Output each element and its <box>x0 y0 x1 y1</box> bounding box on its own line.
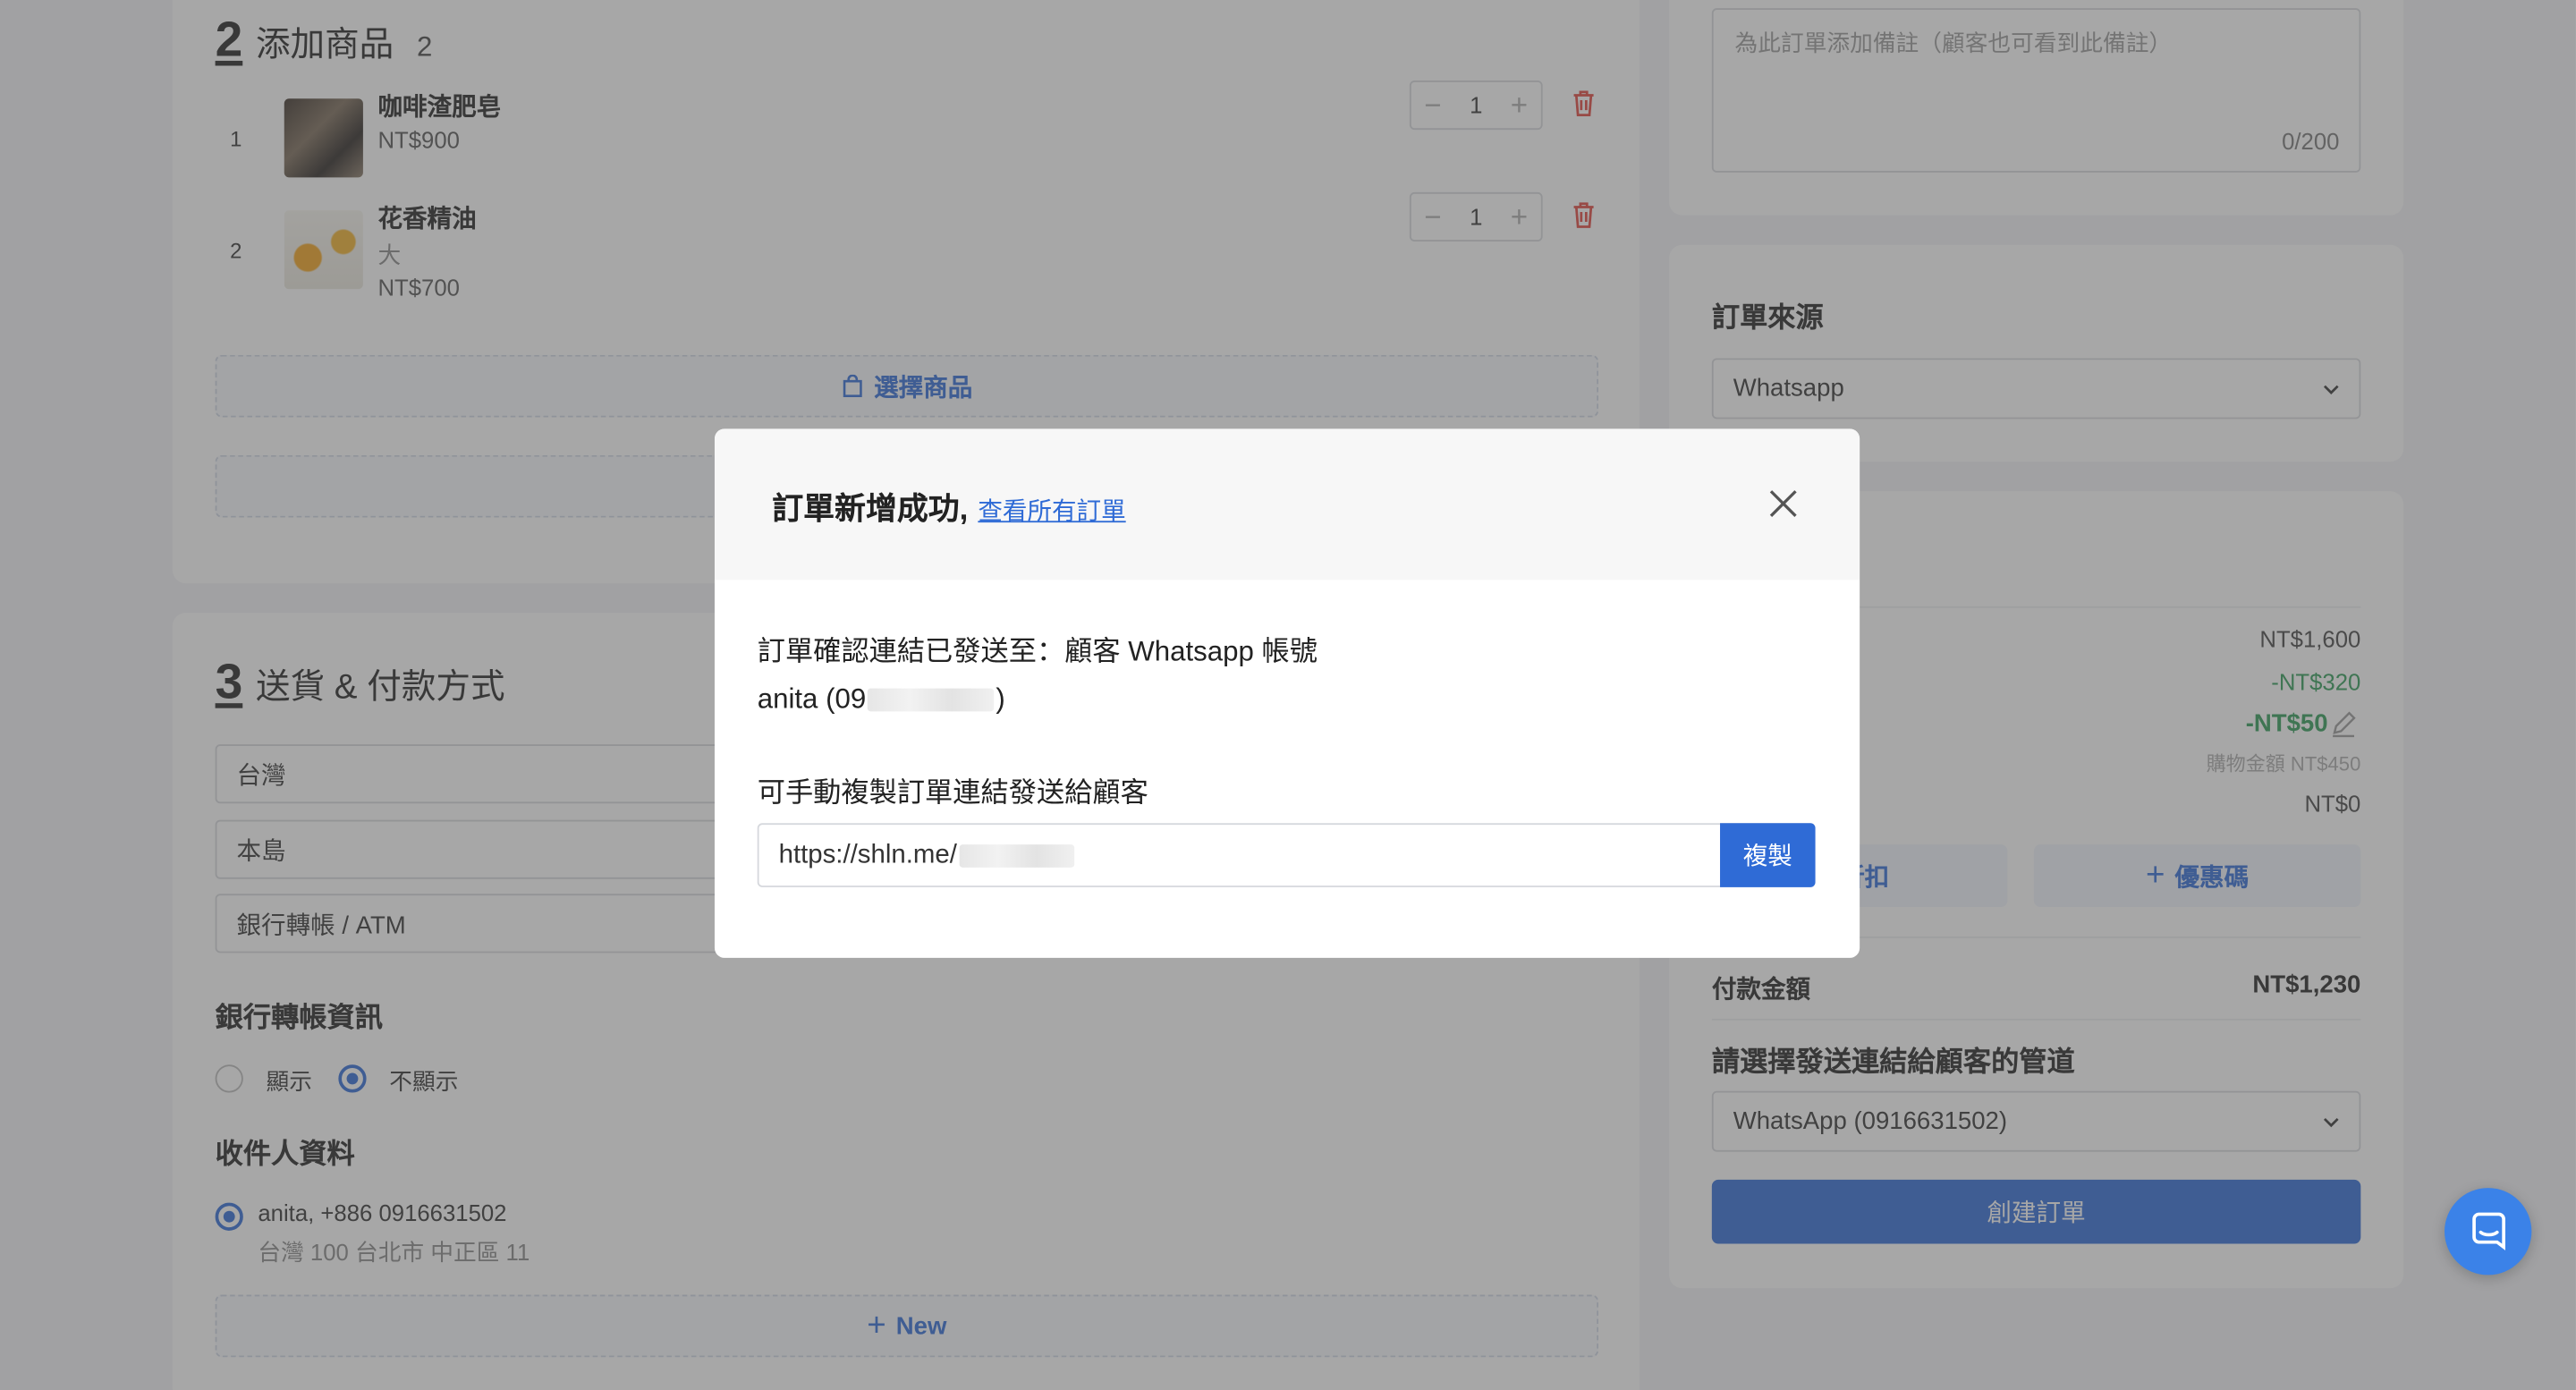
copy-button[interactable]: 複製 <box>1720 823 1816 887</box>
view-all-orders-link[interactable]: 查看所有訂單 <box>978 493 1125 528</box>
close-icon[interactable] <box>1767 488 1799 520</box>
url-prefix: https://shln.me/ <box>778 841 957 869</box>
copy-label: 複製 <box>1742 843 1792 871</box>
recipient-prefix: anita (09 <box>757 683 867 716</box>
modal-title: 訂單新增成功, 查看所有訂單 <box>772 485 1125 530</box>
recipient-line: anita (09 ) <box>758 683 1005 716</box>
redacted-phone <box>868 688 995 712</box>
redacted-url <box>958 844 1074 868</box>
order-link-value: https://shln.me/ <box>779 841 1076 870</box>
chat-icon <box>2471 1211 2505 1250</box>
sent-to-text: 訂單確認連結已發送至：顧客 Whatsapp 帳號 <box>757 635 1318 667</box>
modal-title-text: 訂單新增成功, <box>772 493 969 528</box>
chat-widget-button[interactable] <box>2445 1188 2532 1276</box>
order-success-modal: 訂單新增成功, 查看所有訂單 訂單確認連結已發送至：顧客 Whatsapp 帳號… <box>714 428 1860 958</box>
recipient-suffix: ) <box>996 683 1005 716</box>
manual-copy-text: 可手動複製訂單連結發送給顧客 <box>757 776 1148 809</box>
order-link-field[interactable]: https://shln.me/ 複製 <box>757 823 1816 887</box>
